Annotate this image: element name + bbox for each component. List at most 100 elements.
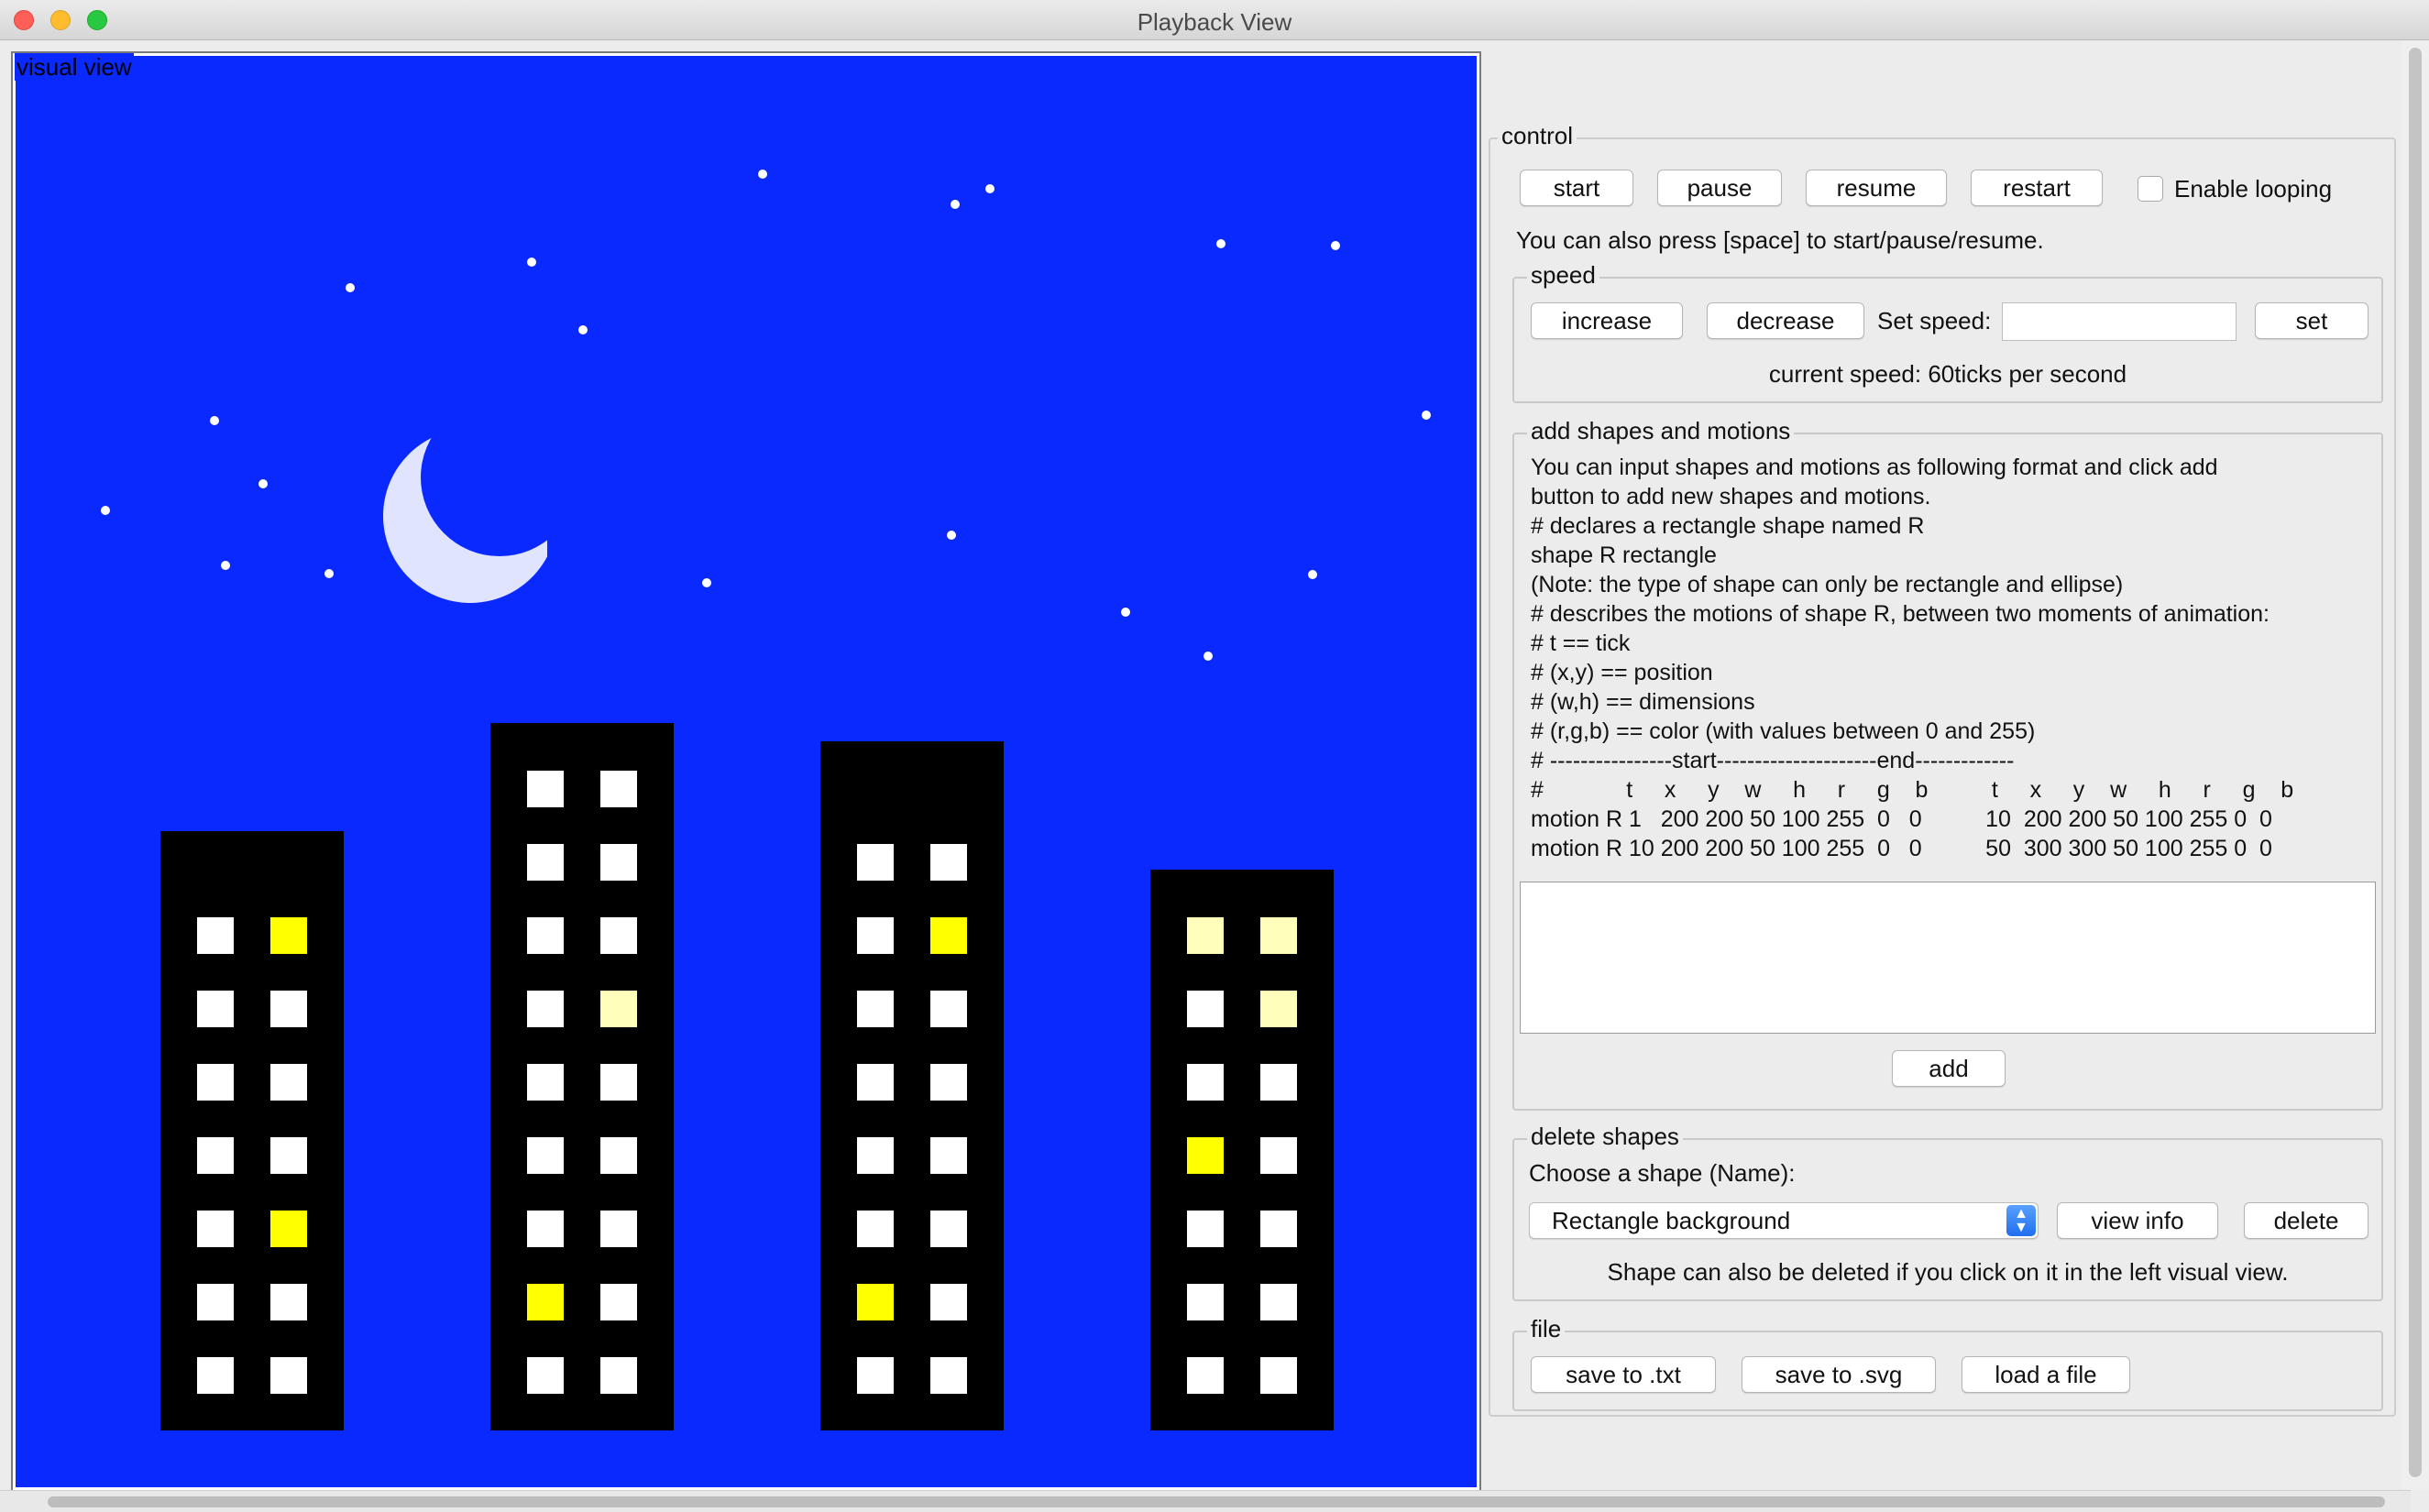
shape-select-dropdown[interactable]: Rectangle background ▲ ▼ [1529, 1202, 2039, 1239]
building-window[interactable] [197, 917, 234, 954]
building-window[interactable] [930, 1357, 967, 1394]
enable-looping-label[interactable]: Enable looping [2174, 174, 2332, 203]
visual-view-canvas[interactable] [11, 51, 1481, 1492]
building-window[interactable] [270, 991, 307, 1027]
building-window[interactable] [600, 1211, 637, 1247]
building-window[interactable] [527, 917, 564, 954]
building-window[interactable] [600, 1064, 637, 1101]
building-window[interactable] [527, 1064, 564, 1101]
building-2[interactable] [490, 723, 674, 1430]
horizontal-scroll-thumb[interactable] [48, 1496, 2385, 1507]
building-window[interactable] [600, 1137, 637, 1174]
building-3[interactable] [820, 741, 1004, 1430]
star[interactable] [258, 479, 268, 488]
pause-button[interactable]: pause [1657, 170, 1782, 206]
building-window[interactable] [857, 844, 894, 881]
building-window[interactable] [1187, 1064, 1224, 1101]
building-window[interactable] [600, 991, 637, 1027]
star[interactable] [1308, 570, 1317, 579]
animation-scene[interactable] [16, 56, 1477, 1487]
building-window[interactable] [270, 1064, 307, 1101]
building-1[interactable] [160, 831, 344, 1430]
decrease-speed-button[interactable]: decrease [1707, 302, 1864, 339]
building-window[interactable] [930, 1284, 967, 1320]
building-window[interactable] [270, 917, 307, 954]
set-speed-button[interactable]: set [2255, 302, 2369, 339]
building-window[interactable] [1260, 1211, 1297, 1247]
star[interactable] [951, 200, 960, 209]
building-window[interactable] [930, 917, 967, 954]
increase-speed-button[interactable]: increase [1531, 302, 1683, 339]
star[interactable] [101, 506, 110, 515]
building-window[interactable] [527, 844, 564, 881]
building-window[interactable] [857, 1064, 894, 1101]
save-svg-button[interactable]: save to .svg [1742, 1356, 1936, 1393]
building-window[interactable] [857, 991, 894, 1027]
star[interactable] [1422, 411, 1431, 420]
building-window[interactable] [270, 1137, 307, 1174]
building-window[interactable] [930, 1137, 967, 1174]
building-window[interactable] [1187, 917, 1224, 954]
building-window[interactable] [527, 991, 564, 1027]
building-window[interactable] [600, 771, 637, 807]
save-txt-button[interactable]: save to .txt [1531, 1356, 1716, 1393]
building-window[interactable] [600, 1357, 637, 1394]
star[interactable] [947, 531, 956, 540]
building-window[interactable] [1260, 917, 1297, 954]
load-file-button[interactable]: load a file [1962, 1356, 2130, 1393]
building-window[interactable] [600, 917, 637, 954]
building-window[interactable] [270, 1284, 307, 1320]
star[interactable] [346, 283, 355, 292]
building-window[interactable] [1187, 1211, 1224, 1247]
building-window[interactable] [857, 1357, 894, 1394]
building-window[interactable] [197, 1357, 234, 1394]
building-window[interactable] [1260, 1137, 1297, 1174]
view-info-button[interactable]: view info [2057, 1202, 2218, 1239]
building-window[interactable] [527, 1137, 564, 1174]
star[interactable] [578, 325, 588, 334]
star[interactable] [324, 569, 334, 578]
building-window[interactable] [270, 1211, 307, 1247]
set-speed-input[interactable] [2002, 302, 2237, 341]
horizontal-scrollbar[interactable] [0, 1490, 2411, 1512]
star[interactable] [985, 184, 995, 193]
vertical-scrollbar[interactable] [2402, 40, 2429, 1490]
vertical-scroll-thumb[interactable] [2409, 48, 2422, 1477]
building-window[interactable] [600, 844, 637, 881]
building-4[interactable] [1150, 870, 1334, 1430]
building-window[interactable] [1260, 1064, 1297, 1101]
building-window[interactable] [600, 1284, 637, 1320]
building-window[interactable] [1187, 1284, 1224, 1320]
star[interactable] [1216, 239, 1225, 248]
star[interactable] [1204, 652, 1213, 661]
building-window[interactable] [197, 1211, 234, 1247]
building-window[interactable] [1187, 1357, 1224, 1394]
star[interactable] [758, 170, 767, 179]
delete-button[interactable]: delete [2244, 1202, 2369, 1239]
building-window[interactable] [527, 1284, 564, 1320]
building-window[interactable] [930, 991, 967, 1027]
building-window[interactable] [527, 1357, 564, 1394]
building-window[interactable] [857, 1284, 894, 1320]
shapes-motions-input[interactable] [1520, 882, 2376, 1034]
star[interactable] [1331, 241, 1340, 250]
building-window[interactable] [197, 1284, 234, 1320]
building-window[interactable] [857, 1137, 894, 1174]
star[interactable] [210, 416, 219, 425]
enable-looping-checkbox[interactable] [2138, 176, 2163, 202]
building-window[interactable] [1260, 991, 1297, 1027]
building-window[interactable] [197, 1064, 234, 1101]
star[interactable] [221, 561, 230, 570]
building-window[interactable] [527, 1211, 564, 1247]
star[interactable] [527, 257, 536, 267]
building-window[interactable] [857, 917, 894, 954]
restart-button[interactable]: restart [1971, 170, 2103, 206]
add-button[interactable]: add [1892, 1050, 2006, 1087]
star[interactable] [702, 578, 711, 587]
building-window[interactable] [930, 1064, 967, 1101]
building-window[interactable] [1187, 991, 1224, 1027]
building-window[interactable] [197, 1137, 234, 1174]
building-window[interactable] [930, 844, 967, 881]
building-window[interactable] [270, 1357, 307, 1394]
building-window[interactable] [527, 771, 564, 807]
